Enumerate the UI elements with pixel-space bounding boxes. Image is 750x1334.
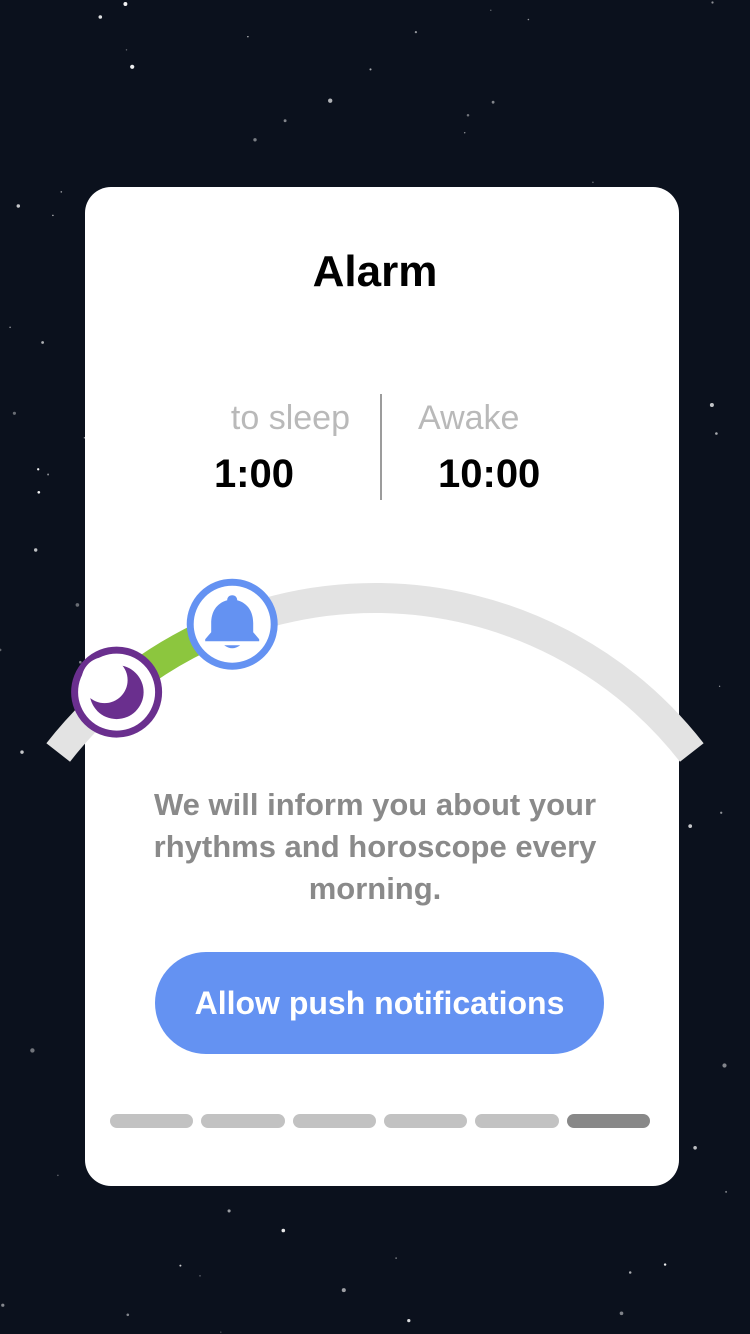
page-title: Alarm <box>312 247 438 296</box>
star <box>281 1228 286 1233</box>
star <box>20 750 24 754</box>
star <box>663 1263 667 1266</box>
wake-time-label: Awake <box>418 399 520 437</box>
star <box>12 411 16 415</box>
star <box>369 68 372 71</box>
star <box>711 1 714 4</box>
wake-knob[interactable] <box>186 578 278 670</box>
star <box>16 204 21 208</box>
star <box>718 685 721 687</box>
wake-time-block[interactable]: Awake 10:00 <box>418 396 718 506</box>
star <box>37 468 40 471</box>
star <box>123 2 128 6</box>
star <box>407 1318 411 1323</box>
star <box>47 473 50 476</box>
info-message: We will inform you about your rhythms an… <box>153 787 597 906</box>
star <box>75 603 80 607</box>
star <box>126 1313 130 1317</box>
star <box>1 1303 5 1307</box>
star <box>41 341 44 344</box>
star <box>0 648 2 652</box>
star <box>130 64 135 69</box>
sleep-knob[interactable] <box>71 646 163 738</box>
page-indicator-dot <box>201 1114 285 1128</box>
star <box>34 548 38 552</box>
star <box>688 824 693 828</box>
star <box>527 18 530 21</box>
star <box>253 138 257 142</box>
star <box>693 1146 697 1150</box>
star <box>592 181 594 184</box>
page-indicator-dot <box>292 1114 376 1128</box>
star <box>619 1311 624 1316</box>
star <box>199 1275 201 1277</box>
sleep-time-label: to sleep <box>230 399 350 437</box>
star <box>628 1271 632 1274</box>
star <box>98 15 103 19</box>
star <box>490 9 492 11</box>
screen: Alarm to sleep 1:00 Awake 10:00 We will … <box>0 0 750 1334</box>
star <box>491 100 495 104</box>
star <box>414 30 418 34</box>
page-indicator-dot <box>566 1114 650 1128</box>
star <box>725 1190 728 1193</box>
star <box>720 811 723 814</box>
star <box>283 119 287 123</box>
star <box>247 36 249 38</box>
star <box>60 191 63 193</box>
page-indicator-dot <box>475 1114 559 1128</box>
page-indicator-dot <box>383 1114 468 1128</box>
sleep-time-block[interactable]: to sleep 1:00 <box>80 396 380 506</box>
star <box>463 131 466 134</box>
star <box>9 326 11 329</box>
star <box>466 113 470 117</box>
star <box>722 1063 727 1068</box>
time-divider <box>380 394 382 500</box>
allow-push-notifications-button[interactable]: Allow push notifications <box>155 952 604 1054</box>
star <box>341 1288 346 1293</box>
star <box>30 1048 35 1053</box>
star <box>179 1264 182 1267</box>
star <box>52 214 54 217</box>
sleep-time-value: 1:00 <box>213 452 294 496</box>
star <box>57 1174 59 1177</box>
star <box>227 1209 231 1213</box>
star <box>220 1331 222 1333</box>
star <box>395 1257 397 1259</box>
star <box>79 660 82 664</box>
page-indicator <box>110 1114 650 1128</box>
star <box>328 98 333 103</box>
star <box>37 490 41 494</box>
wake-time-value: 10:00 <box>438 452 541 496</box>
page-indicator-dot <box>110 1114 194 1128</box>
star <box>125 49 128 51</box>
